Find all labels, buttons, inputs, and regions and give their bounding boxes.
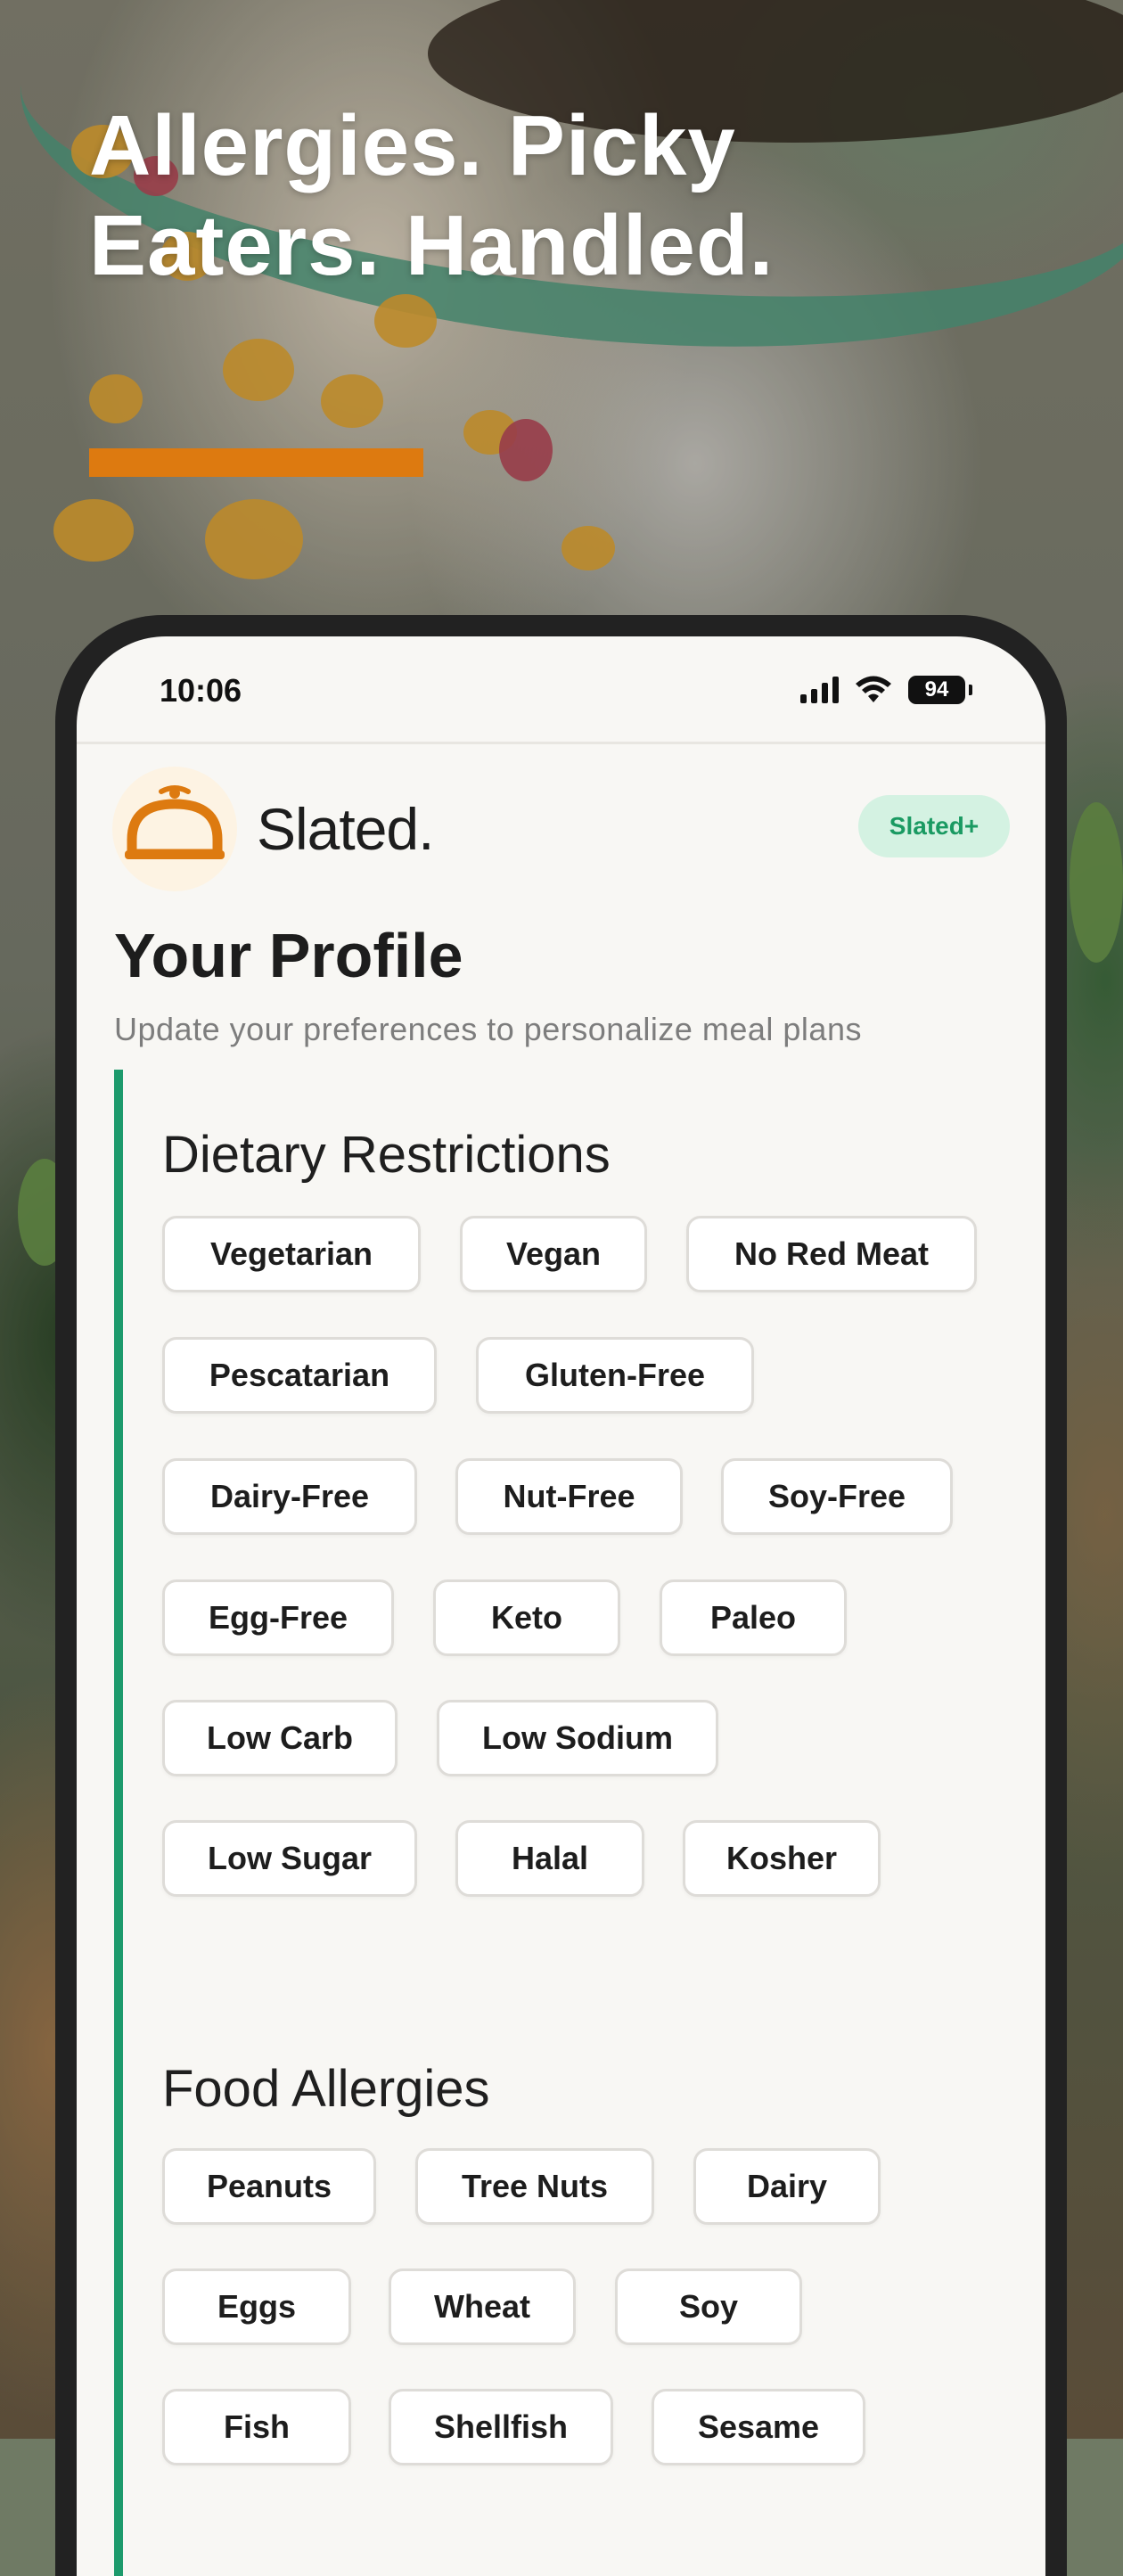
cellular-signal-icon	[800, 677, 839, 703]
phone-screen: 10:06 94 Slated. Slated+ Your Profile Up…	[77, 636, 1045, 2576]
dietary-restrictions-title: Dietary Restrictions	[162, 1126, 611, 1184]
marketing-headline: Allergies. Picky Eaters. Handled.	[89, 96, 891, 296]
chip-sesame[interactable]: Sesame	[652, 2389, 865, 2465]
chip-kosher[interactable]: Kosher	[683, 1820, 881, 1897]
chip-keto[interactable]: Keto	[433, 1579, 620, 1656]
chip-fish[interactable]: Fish	[162, 2389, 351, 2465]
wifi-icon	[856, 676, 891, 702]
chip-tree-nuts[interactable]: Tree Nuts	[415, 2148, 654, 2225]
chip-dairy[interactable]: Dairy	[693, 2148, 881, 2225]
chip-no-red-meat[interactable]: No Red Meat	[686, 1216, 977, 1292]
food-allergies-title: Food Allergies	[162, 2060, 490, 2118]
chip-paleo[interactable]: Paleo	[660, 1579, 847, 1656]
chip-egg-free[interactable]: Egg-Free	[162, 1579, 394, 1656]
status-time: 10:06	[160, 672, 242, 709]
slated-plus-badge[interactable]: Slated+	[858, 795, 1010, 857]
chip-soy[interactable]: Soy	[615, 2268, 802, 2345]
status-bar: 10:06 94	[77, 636, 1045, 744]
chip-low-sugar[interactable]: Low Sugar	[162, 1820, 417, 1897]
chip-gluten-free[interactable]: Gluten-Free	[476, 1337, 754, 1414]
chip-wheat[interactable]: Wheat	[389, 2268, 576, 2345]
cloche-icon	[125, 785, 225, 859]
headline-line-2: Eaters. Handled.	[89, 198, 775, 293]
headline-accent-bar	[89, 448, 423, 477]
headline-line-1: Allergies. Picky	[89, 98, 736, 193]
chip-dairy-free[interactable]: Dairy-Free	[162, 1458, 417, 1535]
app-name: Slated.	[257, 796, 434, 862]
chip-pescatarian[interactable]: Pescatarian	[162, 1337, 437, 1414]
page-title: Your Profile	[114, 921, 463, 990]
chip-soy-free[interactable]: Soy-Free	[721, 1458, 953, 1535]
page-subtitle: Update your preferences to personalize m…	[114, 1011, 862, 1047]
status-icons: 94	[800, 674, 972, 706]
chip-shellfish[interactable]: Shellfish	[389, 2389, 613, 2465]
chip-low-sodium[interactable]: Low Sodium	[437, 1700, 718, 1776]
section-accent-rule	[114, 1070, 123, 2576]
chip-halal[interactable]: Halal	[455, 1820, 644, 1897]
chip-peanuts[interactable]: Peanuts	[162, 2148, 376, 2225]
phone-frame: 10:06 94 Slated. Slated+ Your Profile Up…	[55, 615, 1067, 2576]
chip-low-carb[interactable]: Low Carb	[162, 1700, 398, 1776]
chip-eggs[interactable]: Eggs	[162, 2268, 351, 2345]
battery-icon: 94	[908, 676, 972, 704]
chip-vegetarian[interactable]: Vegetarian	[162, 1216, 421, 1292]
app-logo	[112, 767, 237, 891]
chip-nut-free[interactable]: Nut-Free	[455, 1458, 683, 1535]
battery-level: 94	[924, 677, 949, 701]
chip-vegan[interactable]: Vegan	[460, 1216, 647, 1292]
